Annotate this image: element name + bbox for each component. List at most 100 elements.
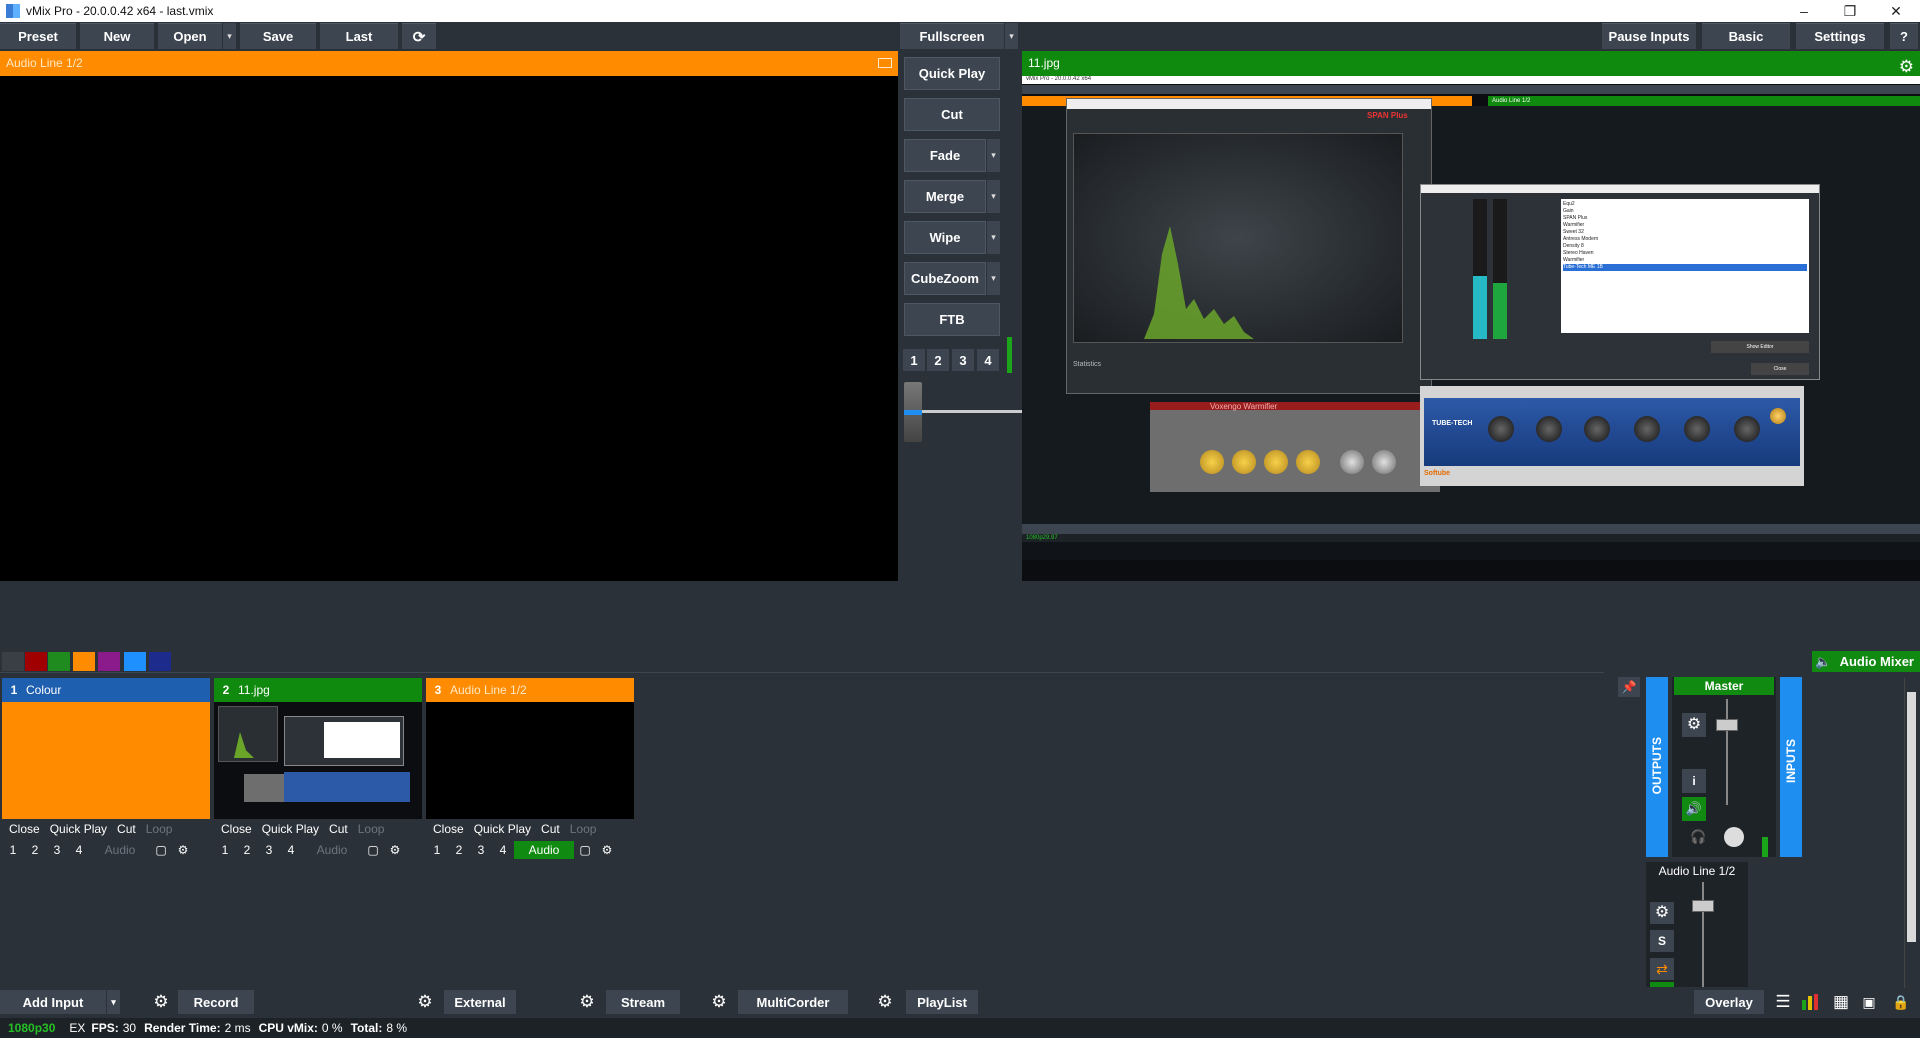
master-speaker-icon[interactable]: 🔊	[1682, 797, 1706, 821]
input-3-header[interactable]: 3 Audio Line 1/2	[426, 678, 634, 702]
basic-button[interactable]: Basic	[1702, 23, 1790, 49]
transition-2-button[interactable]: 2	[927, 349, 949, 371]
snapshot-icon[interactable]: ▣	[1854, 990, 1884, 1014]
color-swatch-blue[interactable]	[124, 652, 146, 671]
input-audio-button[interactable]: Audio	[514, 841, 574, 859]
input-cut-button[interactable]: Cut	[541, 822, 560, 836]
channel-solo-button[interactable]: S	[1650, 930, 1674, 952]
record-button[interactable]: Record	[178, 990, 254, 1014]
quick-play-button[interactable]: Quick Play	[904, 57, 1000, 90]
monitor-icon[interactable]: ▢	[362, 843, 384, 857]
input-loop-button[interactable]: Loop	[570, 822, 597, 836]
cut-button[interactable]: Cut	[904, 98, 1000, 131]
preview-monitor[interactable]	[0, 76, 898, 581]
refresh-icon[interactable]: ⟳	[402, 23, 436, 49]
multicorder-button[interactable]: MultiCorder	[738, 990, 848, 1014]
headphones-icon[interactable]: 🎧	[1690, 829, 1706, 845]
stream-settings-gear-icon[interactable]: ⚙	[572, 990, 602, 1014]
input-close-button[interactable]: Close	[433, 822, 464, 836]
input-loop-button[interactable]: Loop	[146, 822, 173, 836]
multiview-icon[interactable]: ▦	[1826, 990, 1856, 1014]
cubezoom-button[interactable]: CubeZoom	[904, 262, 986, 295]
master-info-button[interactable]: i	[1682, 769, 1706, 793]
input-audio-button[interactable]: Audio	[90, 841, 150, 859]
input-overlay-1[interactable]: 1	[426, 843, 448, 857]
outputs-tab[interactable]: OUTPUTS	[1646, 677, 1668, 857]
input-overlay-1[interactable]: 1	[2, 843, 24, 857]
input-settings-gear-icon[interactable]: ⚙	[172, 843, 194, 857]
playlist-button[interactable]: PlayList	[906, 990, 978, 1014]
master-pan-knob[interactable]	[1724, 827, 1744, 847]
input-close-button[interactable]: Close	[221, 822, 252, 836]
help-button[interactable]: ?	[1890, 23, 1918, 49]
color-swatch-none[interactable]	[2, 652, 24, 671]
pin-icon[interactable]: 📌	[1618, 677, 1640, 697]
channel-route-icon[interactable]: ⇄	[1650, 958, 1674, 980]
fullscreen-dropdown-icon[interactable]: ▾	[1004, 23, 1018, 49]
external-button[interactable]: External	[444, 990, 516, 1014]
open-dropdown-icon[interactable]: ▾	[222, 23, 236, 49]
color-swatch-navy[interactable]	[149, 652, 171, 671]
multicorder-settings-gear-icon[interactable]: ⚙	[704, 990, 734, 1014]
input-2-header[interactable]: 2 11.jpg	[214, 678, 422, 702]
open-button[interactable]: Open	[158, 23, 222, 49]
color-swatch-purple[interactable]	[98, 652, 120, 671]
cubezoom-dropdown-icon[interactable]: ▾	[986, 262, 1000, 295]
input-2-thumbnail[interactable]	[214, 702, 422, 819]
output-monitor[interactable]: vMix Pro - 20.0.0.42 x64 Audio Line 1/2 …	[1022, 76, 1920, 581]
restore-icon[interactable]: ❐	[1830, 0, 1870, 22]
input-overlay-4[interactable]: 4	[492, 843, 514, 857]
input-overlay-3[interactable]: 3	[470, 843, 492, 857]
minimize-icon[interactable]: –	[1784, 0, 1824, 22]
color-swatch-green[interactable]	[48, 652, 70, 671]
mixer-scrollbar[interactable]	[1904, 678, 1918, 988]
fade-dropdown-icon[interactable]: ▾	[986, 139, 1000, 172]
audio-levels-icon[interactable]	[1800, 994, 1820, 1010]
t-bar-slider[interactable]	[904, 382, 1022, 444]
input-quick-play-button[interactable]: Quick Play	[50, 822, 107, 836]
transition-4-button[interactable]: 4	[977, 349, 999, 371]
input-1-thumbnail[interactable]	[2, 702, 210, 819]
merge-button[interactable]: Merge	[904, 180, 986, 213]
master-settings-gear-icon[interactable]: ⚙	[1682, 713, 1706, 737]
add-input-dropdown-icon[interactable]: ▾	[106, 990, 120, 1014]
input-overlay-2[interactable]: 2	[448, 843, 470, 857]
new-button[interactable]: New	[80, 23, 154, 49]
channel-settings-gear-icon[interactable]: ⚙	[1650, 902, 1674, 924]
input-loop-button[interactable]: Loop	[358, 822, 385, 836]
last-button[interactable]: Last	[320, 23, 398, 49]
close-window-icon[interactable]: ✕	[1876, 0, 1916, 22]
record-settings-gear-icon[interactable]: ⚙	[146, 990, 176, 1014]
wipe-dropdown-icon[interactable]: ▾	[986, 221, 1000, 254]
merge-dropdown-icon[interactable]: ▾	[986, 180, 1000, 213]
preset-button[interactable]: Preset	[0, 23, 76, 49]
monitor-icon[interactable]: ▢	[574, 843, 596, 857]
list-view-icon[interactable]: ☰	[1768, 990, 1798, 1014]
lock-icon[interactable]: 🔒	[1886, 990, 1916, 1014]
stream-button[interactable]: Stream	[606, 990, 680, 1014]
save-button[interactable]: Save	[240, 23, 316, 49]
input-overlay-1[interactable]: 1	[214, 843, 236, 857]
ftb-button[interactable]: FTB	[904, 303, 1000, 336]
wipe-button[interactable]: Wipe	[904, 221, 986, 254]
input-settings-gear-icon[interactable]: ⚙	[596, 843, 618, 857]
pause-inputs-button[interactable]: Pause Inputs	[1602, 23, 1696, 49]
fade-button[interactable]: Fade	[904, 139, 986, 172]
input-cut-button[interactable]: Cut	[329, 822, 348, 836]
channel-fader-handle[interactable]	[1692, 900, 1714, 912]
master-fader-handle[interactable]	[1716, 719, 1738, 731]
transition-1-button[interactable]: 1	[903, 349, 925, 371]
inputs-tab[interactable]: INPUTS	[1780, 677, 1802, 857]
audio-mixer-button[interactable]: 🔈 Audio Mixer	[1812, 651, 1920, 672]
external-settings-gear-icon[interactable]: ⚙	[410, 990, 440, 1014]
input-cut-button[interactable]: Cut	[117, 822, 136, 836]
playlist-settings-gear-icon[interactable]: ⚙	[870, 990, 900, 1014]
overlay-button[interactable]: Overlay	[1694, 990, 1764, 1014]
preview-window-icon[interactable]	[878, 58, 892, 68]
input-settings-gear-icon[interactable]: ⚙	[384, 843, 406, 857]
input-audio-button[interactable]: Audio	[302, 841, 362, 859]
input-overlay-3[interactable]: 3	[46, 843, 68, 857]
input-overlay-2[interactable]: 2	[236, 843, 258, 857]
input-quick-play-button[interactable]: Quick Play	[474, 822, 531, 836]
color-swatch-orange[interactable]	[73, 652, 95, 671]
